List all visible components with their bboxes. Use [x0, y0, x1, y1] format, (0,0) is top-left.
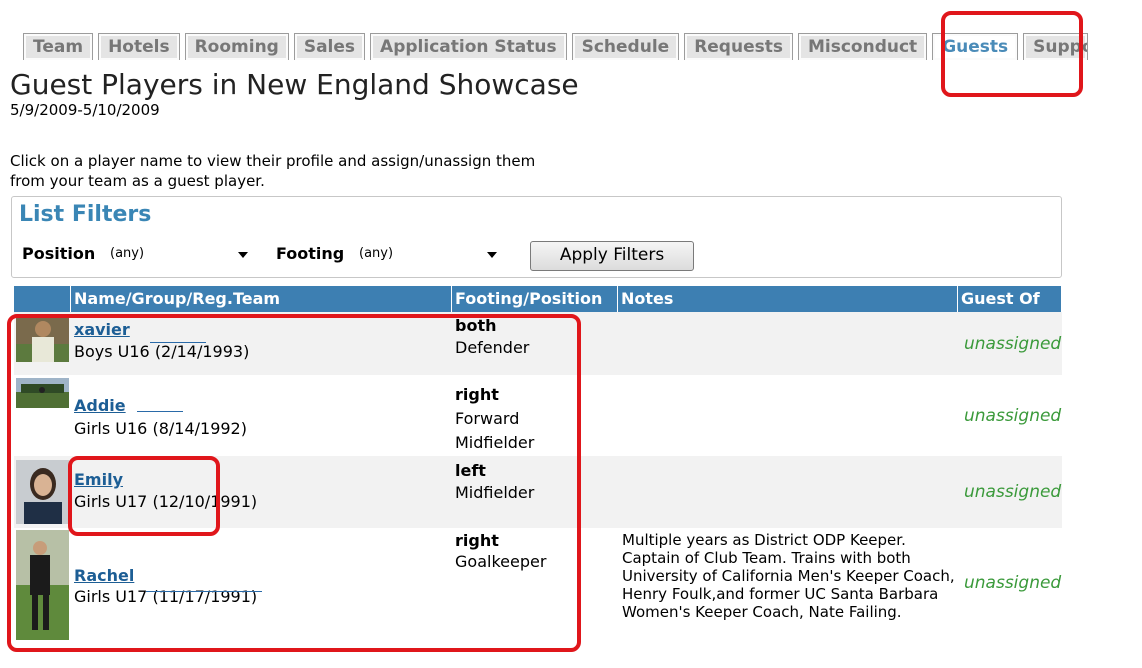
player-name-link[interactable]: Emily — [74, 470, 452, 489]
tab-application-status[interactable]: Application Status — [370, 33, 567, 60]
redaction-line — [150, 342, 206, 343]
player-notes — [618, 312, 958, 375]
redaction-line — [137, 411, 183, 412]
tab-hotels[interactable]: Hotels — [98, 33, 180, 60]
header-guest-of: Guest Of — [958, 286, 1062, 312]
position-select-value: (any) — [110, 246, 145, 261]
player-photo[interactable] — [16, 460, 69, 524]
tab-sales[interactable]: Sales — [293, 33, 366, 60]
player-position: Goalkeeper — [455, 552, 547, 571]
player-notes — [618, 375, 958, 456]
player-photo[interactable] — [16, 316, 69, 362]
page-title: Guest Players in New England Showcase — [10, 68, 579, 101]
table-row: Addie Girls U16 (8/14/1992) right Forwar… — [14, 375, 1062, 456]
guest-of-status[interactable]: unassigned — [958, 375, 1062, 456]
instructions-line-2: from your team as a guest player. — [10, 172, 265, 190]
position-label: Position — [22, 244, 96, 263]
header-name: Name/Group/Reg.Team — [71, 286, 452, 312]
chevron-down-icon — [487, 252, 497, 258]
player-footing: left — [455, 461, 486, 480]
player-name-link[interactable]: Rachel — [74, 566, 452, 585]
player-name-link[interactable]: xavier — [74, 320, 452, 339]
player-group: Boys U16 (2/14/1993) — [74, 342, 250, 361]
filters-title: List Filters — [19, 202, 152, 227]
player-group: Girls U16 (8/14/1992) — [74, 419, 247, 438]
chevron-down-icon — [238, 252, 248, 258]
player-position: Midfielder — [455, 433, 535, 452]
footing-select-value: (any) — [359, 246, 394, 261]
tab-support[interactable]: Suppo — [1023, 33, 1089, 60]
player-position: Forward — [455, 409, 520, 428]
player-photo[interactable] — [16, 530, 69, 640]
tab-guests[interactable]: Guests — [932, 33, 1019, 60]
table-row: Rachel Girls U17 (11/17/1991) right Goal… — [14, 528, 1062, 668]
footing-select[interactable]: (any) — [355, 241, 505, 267]
redaction-line — [146, 591, 262, 592]
table-row: xavier Boys U16 (2/14/1993) both Defende… — [14, 312, 1062, 375]
player-photo[interactable] — [16, 378, 69, 408]
event-dates: 5/9/2009-5/10/2009 — [10, 101, 160, 119]
player-footing: both — [455, 316, 497, 335]
player-group: Girls U17 (12/10/1991) — [74, 492, 258, 511]
player-position: Midfielder — [455, 483, 535, 502]
apply-filters-button[interactable]: Apply Filters — [530, 241, 694, 271]
player-name-link[interactable]: Addie — [74, 396, 452, 415]
guest-of-status[interactable]: unassigned — [958, 456, 1062, 528]
tab-rooming[interactable]: Rooming — [184, 33, 289, 60]
player-group: Girls U17 (11/17/1991) — [74, 587, 258, 606]
position-select[interactable]: (any) — [106, 241, 256, 267]
guest-players-table: Name/Group/Reg.Team Footing/Position Not… — [14, 286, 1062, 668]
player-position: Defender — [455, 338, 530, 357]
tab-schedule[interactable]: Schedule — [571, 33, 680, 60]
header-footing: Footing/Position — [452, 286, 618, 312]
tab-bar: Team Hotels Rooming Sales Application St… — [23, 33, 1089, 60]
player-footing: right — [455, 531, 499, 550]
list-filters-panel: List Filters Position (any) Footing (any… — [11, 196, 1062, 278]
tab-team[interactable]: Team — [23, 33, 94, 60]
tab-requests[interactable]: Requests — [684, 33, 793, 60]
header-photo — [14, 286, 71, 312]
header-notes: Notes — [618, 286, 958, 312]
player-footing: right — [455, 385, 499, 404]
tab-misconduct[interactable]: Misconduct — [797, 33, 928, 60]
footing-label: Footing — [276, 244, 345, 263]
table-header: Name/Group/Reg.Team Footing/Position Not… — [14, 286, 1062, 312]
instructions: Click on a player name to view their pro… — [10, 151, 650, 191]
guest-of-status[interactable]: unassigned — [958, 312, 1062, 375]
guest-of-status[interactable]: unassigned — [958, 528, 1062, 668]
player-notes: Multiple years as District ODP Keeper. C… — [622, 531, 955, 621]
table-row: Emily Girls U17 (12/10/1991) left Midfie… — [14, 456, 1062, 528]
instructions-line-1: Click on a player name to view their pro… — [10, 152, 536, 170]
player-notes — [618, 456, 958, 528]
